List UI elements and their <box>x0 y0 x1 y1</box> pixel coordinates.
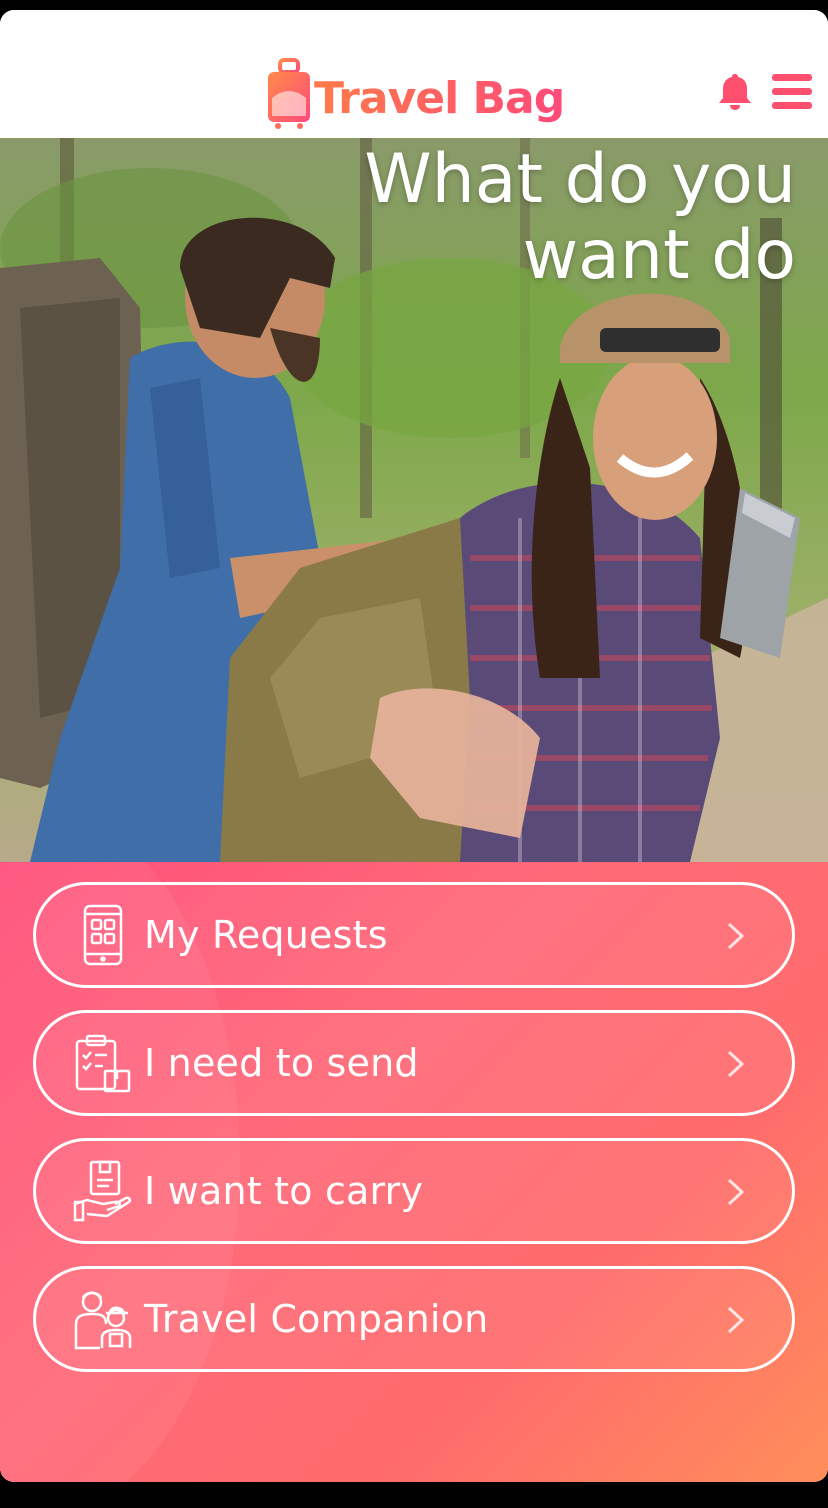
app-screen: Travel Bag What do you want do My Reques… <box>0 10 828 1482</box>
suitcase-logo-icon <box>268 58 310 129</box>
want-to-carry-button[interactable]: I want to carry <box>33 1138 795 1244</box>
clipboard-package-icon <box>72 1032 134 1094</box>
hero-headline-line2: want do <box>522 216 796 295</box>
travel-companion-label: Travel Companion <box>144 1297 489 1341</box>
hand-holding-box-icon <box>72 1160 134 1222</box>
hero-headline-line1: What do you <box>364 140 796 219</box>
my-requests-label: My Requests <box>144 913 388 957</box>
app-name: Travel Bag <box>314 72 565 124</box>
hamburger-menu-icon[interactable] <box>772 74 812 110</box>
top-header: Travel Bag <box>0 10 828 138</box>
hero-image: What do you want do <box>0 138 828 862</box>
app-logo[interactable]: Travel Bag <box>266 56 565 132</box>
chevron-right-icon <box>727 1050 745 1078</box>
hero-headline: What do you want do <box>296 142 796 294</box>
bell-icon[interactable] <box>716 72 754 112</box>
two-travelers-icon <box>72 1288 134 1350</box>
travel-companion-button[interactable]: Travel Companion <box>33 1266 795 1372</box>
need-to-send-button[interactable]: I need to send <box>33 1010 795 1116</box>
chevron-right-icon <box>727 1178 745 1206</box>
my-requests-button[interactable]: My Requests <box>33 882 795 988</box>
want-to-carry-label: I want to carry <box>144 1169 424 1213</box>
action-menu-panel: My Requests I need to send I want to car… <box>0 862 828 1482</box>
chevron-right-icon <box>727 1306 745 1334</box>
phone-grid-icon <box>72 904 134 966</box>
chevron-right-icon <box>727 922 745 950</box>
need-to-send-label: I need to send <box>144 1041 419 1085</box>
